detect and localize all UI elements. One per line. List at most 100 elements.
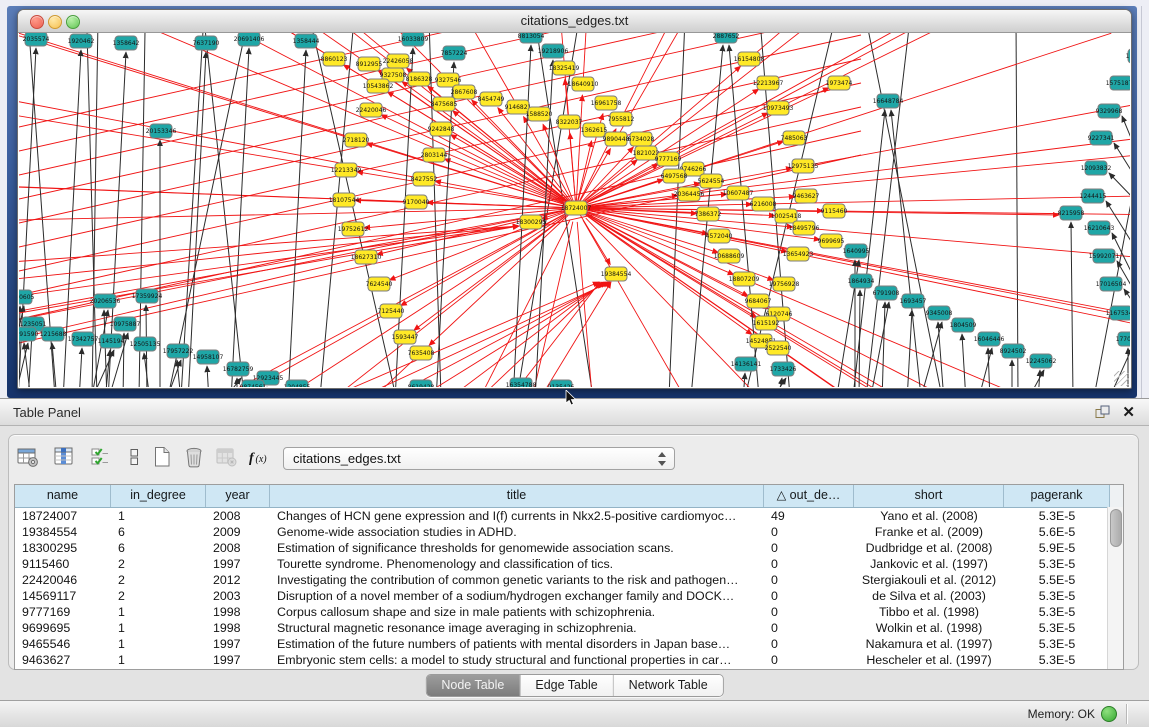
network-node[interactable]: 14958107 <box>193 350 224 364</box>
network-canvas[interactable]: 1872400718300295886012389129552242605893… <box>19 33 1130 387</box>
network-node[interactable]: 9135426 <box>548 380 575 387</box>
network-node[interactable]: 17016504 <box>1096 277 1127 291</box>
network-node[interactable]: 18495796 <box>789 221 820 235</box>
network-edge[interactable] <box>807 82 1130 165</box>
network-node[interactable]: 9242848 <box>428 122 455 136</box>
network-node[interactable]: 18807209 <box>729 272 760 286</box>
network-node[interactable]: 9227341 <box>1088 131 1115 145</box>
network-node[interactable]: 1362615 <box>581 123 608 137</box>
network-node[interactable]: 6497568 <box>661 169 688 183</box>
network-node[interactable]: 1804509 <box>950 318 977 332</box>
network-edge[interactable] <box>1114 143 1130 226</box>
network-edge[interactable] <box>767 194 1130 204</box>
network-node[interactable]: 1358642 <box>113 36 140 50</box>
network-edge[interactable] <box>204 33 244 387</box>
network-node[interactable]: 19218906 <box>538 44 569 58</box>
network-node[interactable]: 1244415 <box>1080 189 1107 203</box>
network-edge[interactable] <box>988 348 990 387</box>
network-node[interactable]: 7637190 <box>193 36 220 50</box>
column-header-year[interactable]: year <box>206 485 270 507</box>
network-edge[interactable] <box>357 172 576 208</box>
network-node[interactable]: 22426058 <box>383 54 414 68</box>
network-edge[interactable] <box>207 366 209 387</box>
network-node[interactable]: 13654923 <box>783 247 814 261</box>
network-node[interactable]: 8475685 <box>431 97 458 111</box>
table-row[interactable]: 1938455462009Genome-wide association stu… <box>15 524 1123 540</box>
network-node[interactable]: 4572040 <box>706 229 733 243</box>
network-node[interactable]: 15751874 <box>1106 76 1130 90</box>
network-node[interactable]: 19756928 <box>769 277 800 291</box>
network-edge[interactable] <box>565 79 576 208</box>
network-node[interactable]: 8619428 <box>408 380 435 387</box>
select-columns-icon[interactable] <box>50 445 78 471</box>
network-node[interactable]: 20153346 <box>146 124 177 138</box>
float-window-icon[interactable] <box>1095 405 1111 424</box>
network-node[interactable]: 1733426 <box>770 362 797 376</box>
network-edge[interactable] <box>401 208 576 306</box>
network-edge[interactable] <box>576 95 582 208</box>
network-node[interactable]: 2718120 <box>343 133 370 147</box>
network-edge[interactable] <box>752 33 1098 56</box>
resize-grip-icon[interactable] <box>1114 371 1129 386</box>
table-settings-icon[interactable] <box>14 445 42 471</box>
network-node[interactable]: 10607487 <box>723 186 754 200</box>
network-node[interactable]: 22420046 <box>356 103 387 117</box>
table-scrollbar[interactable] <box>1107 507 1123 669</box>
network-node[interactable]: 7386372 <box>695 207 722 221</box>
network-edge[interactable] <box>870 302 889 387</box>
network-node[interactable]: 7125440 <box>378 304 405 318</box>
network-edge[interactable] <box>866 33 942 387</box>
network-edge[interactable] <box>288 50 306 387</box>
table-row[interactable]: 946362711997Embryonic stem cells: a mode… <box>15 652 1123 668</box>
network-node[interactable]: 7857224 <box>441 46 468 60</box>
column-header-in_degree[interactable]: in_degree <box>111 485 206 507</box>
network-node[interactable]: 16033809 <box>398 33 429 46</box>
network-node[interactable]: 9684067 <box>745 294 772 308</box>
network-node[interactable]: 8813054 <box>518 33 545 43</box>
network-edge[interactable] <box>1027 370 1044 387</box>
network-node[interactable]: 10975887 <box>110 317 141 331</box>
column-header-title[interactable]: title <box>270 485 764 507</box>
network-node[interactable]: 7624540 <box>366 277 393 291</box>
network-node[interactable]: 1770345 <box>1116 332 1130 346</box>
column-header-pagerank[interactable]: pagerank <box>1004 485 1110 507</box>
network-edge[interactable] <box>891 110 921 387</box>
network-node[interactable]: 5624554 <box>698 174 725 188</box>
network-node[interactable]: 8322037 <box>556 115 583 129</box>
network-edge[interactable] <box>331 282 599 387</box>
network-node[interactable]: 1145194 <box>98 334 125 348</box>
network-node[interactable]: 1588520 <box>526 107 553 121</box>
network-node[interactable]: 2522540 <box>765 341 792 355</box>
network-node[interactable]: 1615192 <box>753 316 780 330</box>
network-edge[interactable] <box>19 179 562 207</box>
network-node[interactable]: 1204855 <box>284 380 311 387</box>
network-node[interactable]: 2803144 <box>421 148 448 162</box>
network-edge[interactable] <box>771 378 786 387</box>
network-node[interactable]: 14136141 <box>731 357 762 371</box>
new-file-icon[interactable] <box>148 445 176 471</box>
network-edge[interactable] <box>19 33 331 57</box>
network-node[interactable]: 9463627 <box>793 189 820 203</box>
network-node[interactable]: 1640995 <box>843 244 870 258</box>
network-window-titlebar[interactable]: citations_edges.txt <box>18 10 1131 33</box>
network-window[interactable]: citations_edges.txt 18724007183002958860… <box>17 9 1132 389</box>
table-selector-dropdown[interactable]: citations_edges.txt <box>283 447 675 470</box>
network-node[interactable]: 2520605 <box>19 290 35 304</box>
network-node[interactable]: 9874561 <box>240 380 267 387</box>
network-edge[interactable] <box>1122 116 1130 223</box>
network-node[interactable]: 20206536 <box>90 294 121 308</box>
network-node[interactable]: 7955812 <box>608 112 635 126</box>
scrollbar-thumb[interactable] <box>1110 509 1122 547</box>
network-node[interactable]: 1358444 <box>293 34 320 48</box>
tab-node-table[interactable]: Node Table <box>426 675 520 696</box>
network-node[interactable]: 15992071 <box>1089 249 1120 263</box>
network-node[interactable]: 18107544 <box>329 193 360 207</box>
network-edge[interactable] <box>962 334 966 387</box>
close-panel-icon[interactable]: ✕ <box>1122 403 1135 421</box>
network-node[interactable]: 12213349 <box>331 163 362 177</box>
network-node[interactable]: 1117534 <box>1126 49 1130 63</box>
network-node[interactable]: 8454749 <box>478 92 505 106</box>
network-edge[interactable] <box>168 33 248 387</box>
network-node[interactable]: 2887652 <box>713 33 740 43</box>
network-edge[interactable] <box>866 33 910 387</box>
